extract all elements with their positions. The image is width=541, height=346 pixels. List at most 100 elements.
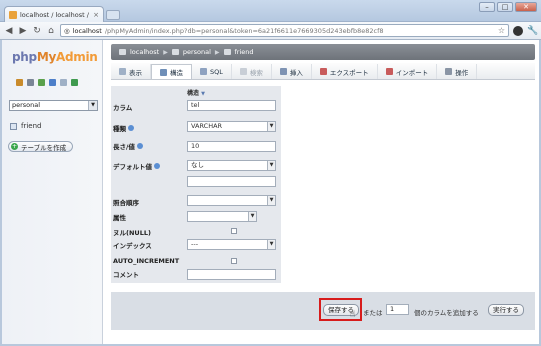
tab-import[interactable]: インポート bbox=[378, 64, 438, 79]
sidebar-item-label: friend bbox=[21, 122, 42, 130]
add-columns-count-input[interactable]: 1 bbox=[386, 304, 409, 315]
url-path: /phpMyAdmin/index.php?db=personal&token=… bbox=[104, 26, 384, 35]
auto-increment-label: AUTO_INCREMENT bbox=[113, 257, 180, 265]
maximize-button[interactable]: □ bbox=[497, 2, 513, 12]
auto-increment-checkbox[interactable] bbox=[231, 258, 237, 264]
tab-structure[interactable]: 構造 bbox=[151, 64, 192, 79]
length-input[interactable]: 10 bbox=[187, 141, 276, 152]
chevron-down-icon: ▼ bbox=[267, 196, 275, 205]
minimize-button[interactable]: – bbox=[479, 2, 495, 12]
tab-operations[interactable]: 操作 bbox=[437, 64, 478, 79]
url-host: localhost bbox=[72, 26, 102, 35]
forward-icon[interactable]: ▶ bbox=[18, 26, 28, 36]
bookmark-star-icon[interactable]: ☆ bbox=[498, 26, 505, 35]
query-icon[interactable] bbox=[27, 79, 34, 86]
browser-toolbar: ◀ ▶ ↻ ⌂ ◎ localhost /phpMyAdmin/index.ph… bbox=[0, 22, 541, 40]
structure-icon bbox=[160, 68, 167, 76]
tab-sql[interactable]: SQL bbox=[192, 64, 232, 79]
breadcrumb-separator: ▶ bbox=[163, 48, 168, 56]
left-navigation: phpMyAdmin personal ▼ friend + テーブルを作成 bbox=[2, 40, 103, 344]
index-select[interactable]: --- ▼ bbox=[187, 239, 276, 250]
form-footer: 保存する ☝ または 1 個のカラムを追加する 実行する bbox=[111, 292, 535, 330]
new-tab-button[interactable] bbox=[106, 10, 120, 20]
sort-arrow-icon: ▼ bbox=[201, 91, 205, 97]
database-select[interactable]: personal ▼ bbox=[9, 100, 98, 111]
search-icon bbox=[239, 68, 247, 75]
browser-tab[interactable]: localhost / localhost / perso × bbox=[4, 6, 104, 22]
page-content: phpMyAdmin personal ▼ friend + テーブルを作成 l… bbox=[2, 40, 539, 344]
highlight-box bbox=[319, 298, 362, 321]
database-icon bbox=[171, 49, 179, 55]
run-button[interactable]: 実行する bbox=[488, 304, 524, 316]
or-text: または bbox=[363, 309, 383, 317]
doc-icon[interactable] bbox=[60, 79, 67, 86]
tab-export[interactable]: エクスポート bbox=[312, 64, 378, 79]
breadcrumb-server[interactable]: localhost bbox=[130, 48, 159, 56]
default-label: デフォルト値 bbox=[113, 163, 152, 171]
breadcrumb-database[interactable]: personal bbox=[183, 48, 211, 56]
breadcrumb: localhost ▶ personal ▶ friend bbox=[111, 44, 535, 60]
operations-icon bbox=[445, 68, 453, 75]
wrench-icon[interactable]: 🔧 bbox=[527, 26, 538, 36]
default-value-input[interactable] bbox=[187, 176, 276, 187]
chevron-down-icon: ▼ bbox=[267, 161, 275, 170]
sql-icon bbox=[200, 68, 207, 75]
default-select[interactable]: なし ▼ bbox=[187, 160, 276, 171]
window-controls: – □ ✕ bbox=[479, 2, 537, 12]
type-label: 種類 bbox=[113, 125, 126, 133]
column-edit-form: 構造 ▼ カラム tel 種類 VARCHAR ▼ 長さ/値 10 デフォルト値 … bbox=[111, 86, 281, 283]
table-icon bbox=[10, 122, 17, 130]
tab-title: localhost / localhost / perso bbox=[20, 10, 90, 19]
home-icon[interactable] bbox=[16, 79, 23, 86]
tab-insert[interactable]: 挿入 bbox=[272, 64, 312, 79]
browser-titlebar: localhost / localhost / perso × – □ ✕ bbox=[0, 0, 541, 22]
chevron-down-icon: ▼ bbox=[267, 122, 275, 131]
column-name-input[interactable]: tel bbox=[187, 100, 276, 111]
collation-select[interactable]: ▼ bbox=[187, 195, 276, 206]
type-select[interactable]: VARCHAR ▼ bbox=[187, 121, 276, 132]
table-icon bbox=[223, 49, 231, 55]
add-columns-text: 個のカラムを追加する bbox=[414, 309, 479, 317]
chevron-down-icon: ▼ bbox=[267, 240, 275, 249]
favicon-icon bbox=[9, 10, 17, 19]
column-name-label: カラム bbox=[113, 104, 133, 112]
chevron-down-icon: ▼ bbox=[88, 101, 97, 110]
help-icon[interactable] bbox=[154, 163, 160, 169]
attribute-label: 属性 bbox=[113, 214, 126, 222]
back-icon[interactable]: ◀ bbox=[4, 26, 14, 36]
length-label: 長さ/値 bbox=[113, 143, 135, 151]
comment-input[interactable] bbox=[187, 269, 276, 280]
globe-icon: ◎ bbox=[64, 26, 70, 35]
export-icon bbox=[319, 68, 327, 75]
help-icon[interactable] bbox=[136, 143, 143, 149]
extension-icon[interactable] bbox=[513, 25, 523, 36]
docs-icon[interactable] bbox=[49, 79, 56, 86]
structure-column-header: 構造 ▼ bbox=[187, 90, 205, 97]
tab-browse[interactable]: 表示 bbox=[111, 64, 151, 79]
home-icon[interactable]: ⌂ bbox=[46, 26, 56, 36]
main-panel: localhost ▶ personal ▶ friend 表示 構造 SQL … bbox=[106, 40, 539, 344]
comment-label: コメント bbox=[113, 271, 139, 279]
close-window-button[interactable]: ✕ bbox=[515, 2, 537, 12]
chevron-down-icon: ▼ bbox=[248, 212, 256, 221]
reload-icon[interactable]: ↻ bbox=[32, 26, 42, 36]
help-icon[interactable] bbox=[128, 125, 134, 131]
server-icon bbox=[119, 49, 126, 55]
attribute-select[interactable]: ▼ bbox=[187, 211, 257, 222]
sidebar-item-friend[interactable]: friend bbox=[10, 122, 41, 130]
tab-search: 検索 bbox=[232, 64, 272, 79]
address-bar[interactable]: ◎ localhost /phpMyAdmin/index.php?db=per… bbox=[60, 24, 509, 37]
phpmyadmin-logo[interactable]: phpMyAdmin bbox=[12, 50, 98, 64]
insert-icon bbox=[279, 68, 287, 75]
mouse-cursor-icon: ☝ bbox=[350, 310, 356, 320]
create-table-button[interactable]: + テーブルを作成 bbox=[8, 141, 74, 152]
tab-menu: 表示 構造 SQL 検索 挿入 エクスポート インポート 操作 bbox=[111, 63, 535, 80]
tab-close-icon[interactable]: × bbox=[93, 11, 99, 19]
null-checkbox[interactable] bbox=[231, 228, 237, 234]
breadcrumb-table[interactable]: friend bbox=[235, 48, 254, 56]
refresh-icon[interactable] bbox=[71, 79, 78, 86]
collation-label: 照合順序 bbox=[113, 199, 139, 207]
plus-icon: + bbox=[11, 143, 18, 150]
browse-icon bbox=[119, 68, 126, 75]
exit-icon[interactable] bbox=[38, 79, 45, 86]
